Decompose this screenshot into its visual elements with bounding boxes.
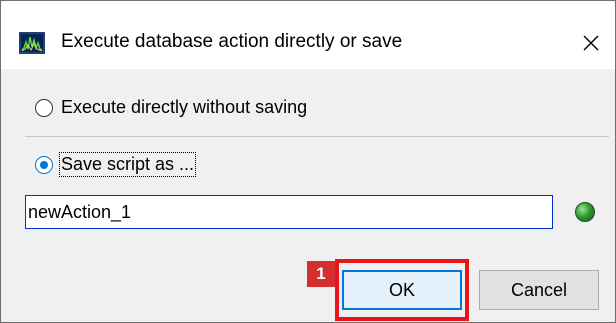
separator bbox=[25, 136, 609, 137]
save-script-radio[interactable] bbox=[35, 155, 53, 174]
title-bar: Execute database action directly or save bbox=[1, 1, 615, 69]
execute-directly-radio[interactable] bbox=[35, 98, 53, 117]
window-title: Execute database action directly or save bbox=[61, 31, 403, 52]
close-icon bbox=[583, 35, 599, 51]
dialog-content: Execute directly without saving Save scr… bbox=[1, 69, 615, 322]
status-indicator-icon bbox=[575, 202, 595, 222]
ok-highlight-box bbox=[335, 259, 469, 321]
cancel-button[interactable]: Cancel bbox=[479, 270, 599, 310]
step-badge: 1 bbox=[307, 261, 335, 287]
dialog-window: Execute database action directly or save… bbox=[0, 0, 616, 323]
close-button[interactable] bbox=[573, 25, 609, 61]
execute-directly-label: Execute directly without saving bbox=[61, 97, 308, 117]
save-script-label: Save script as ... bbox=[58, 152, 197, 177]
save-script-option[interactable]: Save script as ... bbox=[35, 152, 197, 177]
app-waveform-icon bbox=[19, 32, 45, 54]
execute-directly-option[interactable]: Execute directly without saving bbox=[35, 97, 307, 118]
script-name-input[interactable] bbox=[25, 195, 553, 229]
